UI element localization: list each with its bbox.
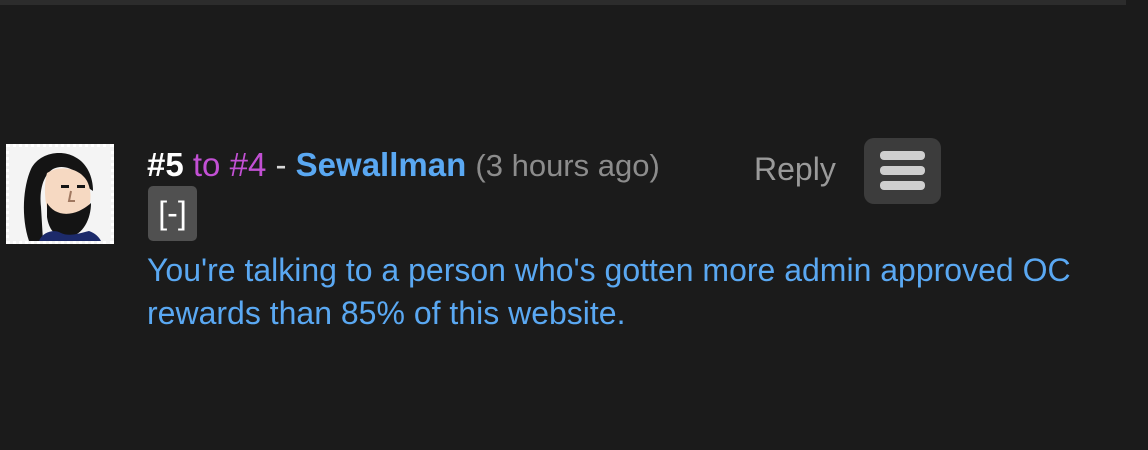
parent-comment-link[interactable]: #4	[230, 146, 267, 183]
comment-number[interactable]: #5	[147, 146, 184, 183]
comment-body: You're talking to a person who's gotten …	[147, 252, 1071, 331]
comment: #5 to #4 - Sewallman (3 hours ago) Reply…	[0, 0, 1148, 450]
collapse-button[interactable]: [-]	[148, 186, 197, 241]
comment-header: #5 to #4 - Sewallman (3 hours ago)	[147, 145, 660, 185]
comment-menu-button[interactable]	[864, 138, 941, 204]
comment-timestamp: (3 hours ago)	[475, 148, 660, 183]
reply-to-word: to	[192, 146, 221, 183]
user-avatar-icon[interactable]	[6, 144, 114, 244]
header-separator: -	[275, 146, 287, 183]
reply-button[interactable]: Reply	[754, 149, 836, 189]
username-link[interactable]: Sewallman	[296, 146, 467, 183]
